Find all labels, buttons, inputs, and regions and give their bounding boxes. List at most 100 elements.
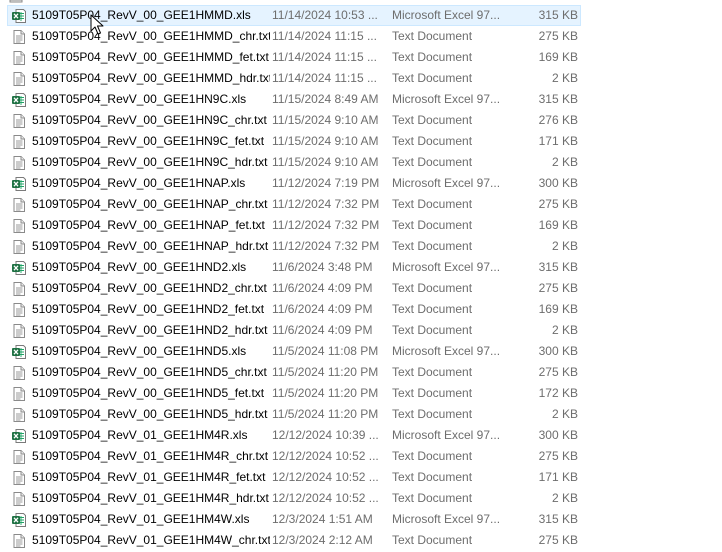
file-date-modified: 11/12/2024 7:32 PM	[272, 239, 380, 253]
file-row[interactable]: 5109T05P04_RevV_01_GEE1HM4R_chr.txt 12/1…	[7, 446, 581, 467]
file-date-modified: 11/12/2024 7:32 PM	[272, 197, 380, 211]
file-date-modified: 11/5/2024 11:20 PM	[272, 407, 379, 421]
file-date-modified: 11/6/2024 3:48 PM	[272, 260, 373, 274]
file-row[interactable]: 5109T05P04_RevV_01_GEE1HM4R_hdr.txt 12/1…	[7, 488, 581, 509]
file-size: 300 KB	[538, 428, 578, 442]
file-date-modified: 11/6/2024 4:09 PM	[272, 323, 373, 337]
file-size: 2 KB	[551, 155, 578, 169]
excel-file-icon	[11, 176, 27, 192]
text-file-icon	[11, 407, 27, 423]
file-name: 5109T05P04_RevV_01_GEE1HM4R_fet.txt	[32, 470, 266, 484]
file-name: 5109T05P04_RevV_00_GEE1HNAP_hdr.txt	[32, 239, 269, 253]
text-file-icon	[11, 134, 27, 150]
file-row[interactable]: 5109T05P04_RevV_01_GEE1HM4R_fet.txt 12/1…	[7, 467, 581, 488]
file-list[interactable]: 5109T05P04_RevV_00_GEE1HMMD.xls 11/14/20…	[0, 0, 722, 552]
file-date-modified: 12/3/2024 2:12 AM	[272, 533, 373, 547]
file-size: 300 KB	[538, 176, 578, 190]
file-size: 275 KB	[538, 533, 578, 547]
file-row[interactable]: 5109T05P04_RevV_00_GEE1HNAP_chr.txt 11/1…	[7, 194, 581, 215]
file-row[interactable]: 5109T05P04_RevV_01_GEE1HM4W.xls 12/3/202…	[7, 509, 581, 530]
file-size: 172 KB	[538, 386, 578, 400]
file-type: Text Document	[392, 134, 473, 148]
file-name: 5109T05P04_RevV_00_GEE1HMMD_fet.txt	[32, 50, 269, 64]
file-size: 315 KB	[538, 92, 578, 106]
file-size: 171 KB	[538, 134, 578, 148]
file-row[interactable]: 5109T05P04_RevV_00_GEE1HND2_hdr.txt 11/6…	[7, 320, 581, 341]
file-type: Text Document	[392, 449, 473, 463]
excel-file-icon	[11, 344, 27, 360]
file-date-modified: 11/15/2024 9:10 AM	[272, 134, 379, 148]
file-size: 315 KB	[538, 8, 578, 22]
file-size: 315 KB	[538, 512, 578, 526]
text-file-icon	[11, 365, 27, 381]
file-size: 275 KB	[538, 281, 578, 295]
file-row[interactable]: 5109T05P04_RevV_00_GEE1HMMD_fet.txt 11/1…	[7, 47, 581, 68]
file-type: Text Document	[392, 281, 473, 295]
file-size: 275 KB	[538, 29, 578, 43]
file-size: 2 KB	[551, 239, 578, 253]
text-file-icon	[11, 281, 27, 297]
excel-file-icon	[11, 512, 27, 528]
file-type: Text Document	[392, 218, 473, 232]
file-row[interactable]: 5109T05P04_RevV_00_GEE1HN9C.xls 11/15/20…	[7, 89, 581, 110]
file-name: 5109T05P04_RevV_00_GEE1HN9C_chr.txt	[32, 113, 267, 127]
text-file-icon	[11, 449, 27, 465]
file-row[interactable]: 5109T05P04_RevV_01_GEE1HM4W_chr.txt 12/3…	[7, 530, 581, 551]
file-type: Text Document	[392, 533, 473, 547]
file-size: 2 KB	[551, 491, 578, 505]
text-file-icon	[11, 113, 27, 129]
file-name: 5109T05P04_RevV_00_GEE1HND2_chr.txt	[32, 281, 267, 295]
file-row[interactable]: 5109T05P04_RevV_01_GEE1HM4R.xls 12/12/20…	[7, 425, 581, 446]
file-type: Microsoft Excel 97...	[392, 176, 501, 190]
file-type: Text Document	[392, 470, 473, 484]
file-size: 275 KB	[538, 197, 578, 211]
excel-file-icon	[11, 8, 27, 24]
excel-file-icon	[11, 260, 27, 276]
file-type: Microsoft Excel 97...	[392, 428, 501, 442]
file-name: 5109T05P04_RevV_01_GEE1HM4W.xls	[32, 512, 250, 526]
file-row[interactable]: 5109T05P04_RevV_00_GEE1HNAP_fet.txt 11/1…	[7, 215, 581, 236]
file-type: Text Document	[392, 50, 473, 64]
file-size: 300 KB	[538, 344, 578, 358]
excel-file-icon	[11, 428, 27, 444]
file-row[interactable]: 5109T05P04_RevV_00_GEE1HND2_chr.txt 11/6…	[7, 278, 581, 299]
file-type: Text Document	[392, 71, 473, 85]
file-name: 5109T05P04_RevV_01_GEE1HM4R_hdr.txt	[32, 491, 269, 505]
file-row[interactable]: 5109T05P04_RevV_00_GEE1HN9C_chr.txt 11/1…	[7, 110, 581, 131]
file-row[interactable]: 5109T05P04_RevV_00_GEE1HN9C_hdr.txt 11/1…	[7, 152, 581, 173]
file-row[interactable]: 5109T05P04_RevV_00_GEE1HND5_chr.txt 11/5…	[7, 362, 581, 383]
text-file-icon	[11, 323, 27, 339]
file-row[interactable]: 5109T05P04_RevV_00_GEE1HN9C_fet.txt 11/1…	[7, 131, 581, 152]
text-file-icon	[11, 29, 27, 45]
file-size: 315 KB	[538, 260, 578, 274]
file-size: 275 KB	[538, 365, 578, 379]
file-date-modified: 12/12/2024 10:52 ...	[272, 491, 379, 505]
text-file-icon	[11, 155, 27, 171]
file-type: Text Document	[392, 323, 473, 337]
file-type: Text Document	[392, 491, 473, 505]
file-row[interactable]: 5109T05P04_RevV_00_GEE1HND5.xls 11/5/202…	[7, 341, 581, 362]
file-row[interactable]: 5109T05P04_RevV_00_GEE1HND5_fet.txt 11/5…	[7, 383, 581, 404]
file-row[interactable]: 5109T05P04_RevV_00_GEE1HND2.xls 11/6/202…	[7, 257, 581, 278]
excel-file-icon	[11, 92, 27, 108]
file-date-modified: 11/15/2024 9:10 AM	[272, 155, 379, 169]
file-name: 5109T05P04_RevV_00_GEE1HND5_chr.txt	[32, 365, 267, 379]
file-row[interactable]: 5109T05P04_RevV_00_GEE1HND2_fet.txt 11/6…	[7, 299, 581, 320]
file-row[interactable]: 5109T05P04_RevV_00_GEE1HNAP_hdr.txt 11/1…	[7, 236, 581, 257]
file-row[interactable]: 5109T05P04_RevV_00_GEE1HND5_hdr.txt 11/5…	[7, 404, 581, 425]
file-date-modified: 12/3/2024 1:51 AM	[272, 512, 373, 526]
file-type: Text Document	[392, 155, 473, 169]
text-file-icon	[11, 533, 27, 549]
file-name: 5109T05P04_RevV_01_GEE1HM4R.xls	[32, 428, 248, 442]
file-type: Text Document	[392, 239, 473, 253]
file-type: Text Document	[392, 407, 473, 421]
file-date-modified: 11/14/2024 11:15 ...	[272, 50, 377, 64]
partial-file-icon	[9, 0, 23, 3]
text-file-icon	[11, 218, 27, 234]
file-date-modified: 12/12/2024 10:39 ...	[272, 428, 379, 442]
file-row[interactable]: 5109T05P04_RevV_00_GEE1HNAP.xls 11/12/20…	[7, 173, 581, 194]
file-date-modified: 11/12/2024 7:19 PM	[272, 176, 380, 190]
file-name: 5109T05P04_RevV_00_GEE1HN9C_fet.txt	[32, 134, 265, 148]
file-row[interactable]: 5109T05P04_RevV_00_GEE1HMMD_hdr.txt 11/1…	[7, 68, 581, 89]
file-size: 2 KB	[551, 323, 578, 337]
